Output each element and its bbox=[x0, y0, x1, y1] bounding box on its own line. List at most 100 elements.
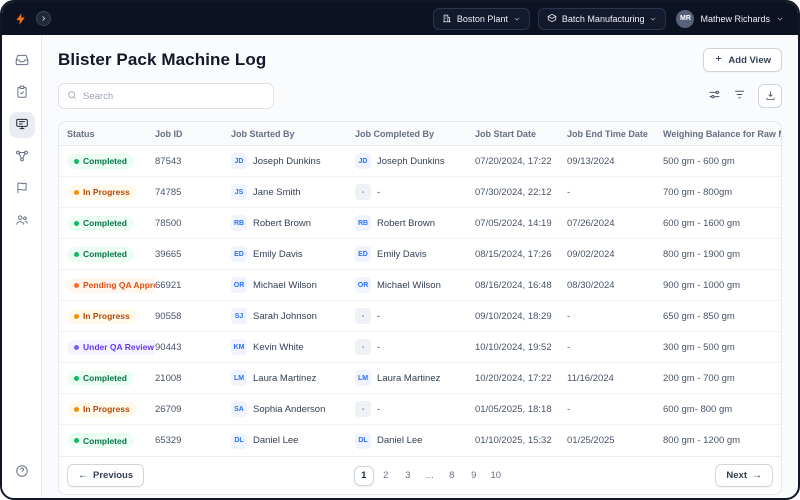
job-id: 66921 bbox=[155, 279, 182, 291]
page-title: Blister Pack Machine Log bbox=[58, 50, 267, 69]
weighing-balance-cell: 900 gm - 1000 gm bbox=[663, 280, 781, 291]
status-badge: Under QA Review bbox=[67, 339, 155, 355]
job-start-date-cell: 01/10/2025, 15:32 bbox=[475, 435, 567, 446]
job-id-cell: 74785 bbox=[155, 187, 231, 198]
status-label: Completed bbox=[83, 373, 127, 383]
next-button[interactable]: Next → bbox=[715, 464, 773, 487]
table-row[interactable]: In Progress 74785 JS Jane Smith - - 07/3… bbox=[59, 177, 781, 208]
download-icon bbox=[765, 89, 776, 104]
table-body: Completed 87543 JD Joseph Dunkins JD Jos… bbox=[59, 146, 781, 456]
sidebar-item-workflow[interactable] bbox=[9, 144, 35, 170]
download-button[interactable] bbox=[758, 84, 782, 108]
column-header: Job Start Date bbox=[475, 128, 537, 139]
page-button[interactable]: 3 bbox=[398, 466, 418, 486]
status-cell: Under QA Review bbox=[67, 339, 155, 355]
started-by-name: Michael Wilson bbox=[253, 279, 317, 291]
end-date: - bbox=[567, 341, 571, 353]
next-label: Next bbox=[726, 470, 747, 481]
start-date: 09/10/2024, 18:29 bbox=[475, 310, 552, 322]
job-id-cell: 90443 bbox=[155, 342, 231, 353]
table-row[interactable]: Pending QA Approval 66921 OR Michael Wil… bbox=[59, 270, 781, 301]
status-label: In Progress bbox=[83, 404, 130, 414]
page-button[interactable]: 10 bbox=[486, 466, 506, 486]
search-input[interactable] bbox=[83, 90, 265, 102]
status-dot-icon bbox=[74, 438, 79, 443]
main-content: Blister Pack Machine Log Add View Search… bbox=[42, 35, 798, 498]
job-end-date-cell: - bbox=[567, 311, 663, 322]
completed-by-avatar: - bbox=[355, 308, 371, 324]
page-button[interactable]: 8 bbox=[442, 466, 462, 486]
add-view-button[interactable]: Add View bbox=[703, 48, 782, 72]
settings-sliders-button[interactable] bbox=[708, 88, 721, 104]
table-row[interactable]: Completed 21008 LM Laura Martinez LM Lau… bbox=[59, 363, 781, 394]
user-menu[interactable]: MR Mathew Richards bbox=[674, 9, 786, 28]
page-button[interactable]: 9 bbox=[464, 466, 484, 486]
job-end-date-cell: 07/26/2024 bbox=[567, 218, 663, 229]
completed-by-avatar: ED bbox=[355, 246, 371, 262]
package-icon bbox=[547, 13, 557, 25]
previous-label: Previous bbox=[93, 470, 134, 481]
table-row[interactable]: Completed 65329 DL Daniel Lee DL Daniel … bbox=[59, 425, 781, 456]
start-date: 08/16/2024, 16:48 bbox=[475, 279, 552, 291]
completed-by-avatar: - bbox=[355, 184, 371, 200]
module-selector[interactable]: Batch Manufacturing bbox=[537, 7, 667, 30]
completed-by-name: - bbox=[377, 310, 381, 322]
topbar-right: Boston Plant Batch Manufacturing MR Math… bbox=[432, 7, 786, 30]
job-started-by-cell: ED Emily Davis bbox=[231, 246, 355, 262]
end-date: - bbox=[567, 310, 571, 322]
chevron-down-icon bbox=[649, 15, 657, 23]
job-id-cell: 90558 bbox=[155, 311, 231, 322]
column-header: Job Started By bbox=[231, 128, 295, 139]
job-id: 90558 bbox=[155, 310, 182, 322]
completed-by-avatar: DL bbox=[355, 432, 371, 449]
table-row[interactable]: In Progress 26709 SA Sophia Anderson - -… bbox=[59, 394, 781, 425]
job-id: 65329 bbox=[155, 435, 182, 446]
status-dot-icon bbox=[74, 282, 79, 288]
job-end-date-cell: - bbox=[567, 404, 663, 415]
end-date: 09/02/2024 bbox=[567, 248, 615, 260]
status-dot-icon bbox=[74, 158, 79, 164]
toolbar bbox=[58, 83, 782, 109]
table-row[interactable]: In Progress 90558 SJ Sarah Johnson - - 0… bbox=[59, 301, 781, 332]
table-row[interactable]: Completed 78500 RB Robert Brown RB Rober… bbox=[59, 208, 781, 239]
weighing-balance-cell: 600 gm - 1600 gm bbox=[663, 218, 781, 229]
started-by-avatar: LM bbox=[231, 370, 247, 386]
started-by-name: Emily Davis bbox=[253, 248, 303, 260]
started-by-name: Kevin White bbox=[253, 341, 304, 353]
status-cell: In Progress bbox=[67, 401, 155, 417]
status-label: Completed bbox=[83, 435, 127, 446]
weighing-balance-cell: 800 gm - 1200 gm bbox=[663, 435, 781, 446]
page-button[interactable]: 1 bbox=[353, 465, 374, 486]
arrow-left-icon: ← bbox=[78, 469, 88, 481]
completed-by-name: Michael Wilson bbox=[377, 279, 441, 291]
sidebar-item-machine-log[interactable] bbox=[8, 112, 35, 138]
job-start-date-cell: 10/10/2024, 19:52 bbox=[475, 342, 567, 353]
filter-button[interactable] bbox=[733, 88, 746, 104]
started-by-avatar: JD bbox=[231, 153, 247, 169]
previous-button[interactable]: ← Previous bbox=[67, 464, 145, 487]
plant-selector[interactable]: Boston Plant bbox=[432, 7, 530, 30]
job-end-date-cell: 09/02/2024 bbox=[567, 249, 663, 260]
completed-by-avatar: - bbox=[355, 401, 371, 417]
weighing-balance: 600 gm- 800 gm bbox=[663, 403, 733, 415]
job-end-date-cell: 08/30/2024 bbox=[567, 280, 663, 291]
completed-by-name: - bbox=[377, 403, 381, 415]
completed-by-avatar: OR bbox=[355, 277, 371, 293]
sidebar-expand-button[interactable] bbox=[36, 11, 51, 26]
sidebar-item-tasks[interactable] bbox=[9, 80, 35, 106]
table-row[interactable]: Completed 39665 ED Emily Davis ED Emily … bbox=[59, 239, 781, 270]
completed-by-avatar: LM bbox=[355, 370, 371, 386]
job-completed-by-cell: RB Robert Brown bbox=[355, 215, 475, 231]
status-dot-icon bbox=[74, 251, 79, 257]
sidebar-item-inbox[interactable] bbox=[9, 48, 35, 74]
weighing-balance: 500 gm - 600 gm bbox=[663, 155, 735, 167]
search-icon bbox=[67, 87, 77, 105]
sidebar-item-flags[interactable] bbox=[9, 176, 35, 202]
job-completed-by-cell: - - bbox=[355, 308, 475, 324]
started-by-avatar: JS bbox=[231, 184, 247, 200]
help-button[interactable] bbox=[9, 459, 35, 485]
table-row[interactable]: Completed 87543 JD Joseph Dunkins JD Jos… bbox=[59, 146, 781, 177]
table-row[interactable]: Under QA Review 90443 KM Kevin White - -… bbox=[59, 332, 781, 363]
sidebar-item-team[interactable] bbox=[9, 208, 35, 234]
page-button[interactable]: 2 bbox=[376, 466, 396, 486]
